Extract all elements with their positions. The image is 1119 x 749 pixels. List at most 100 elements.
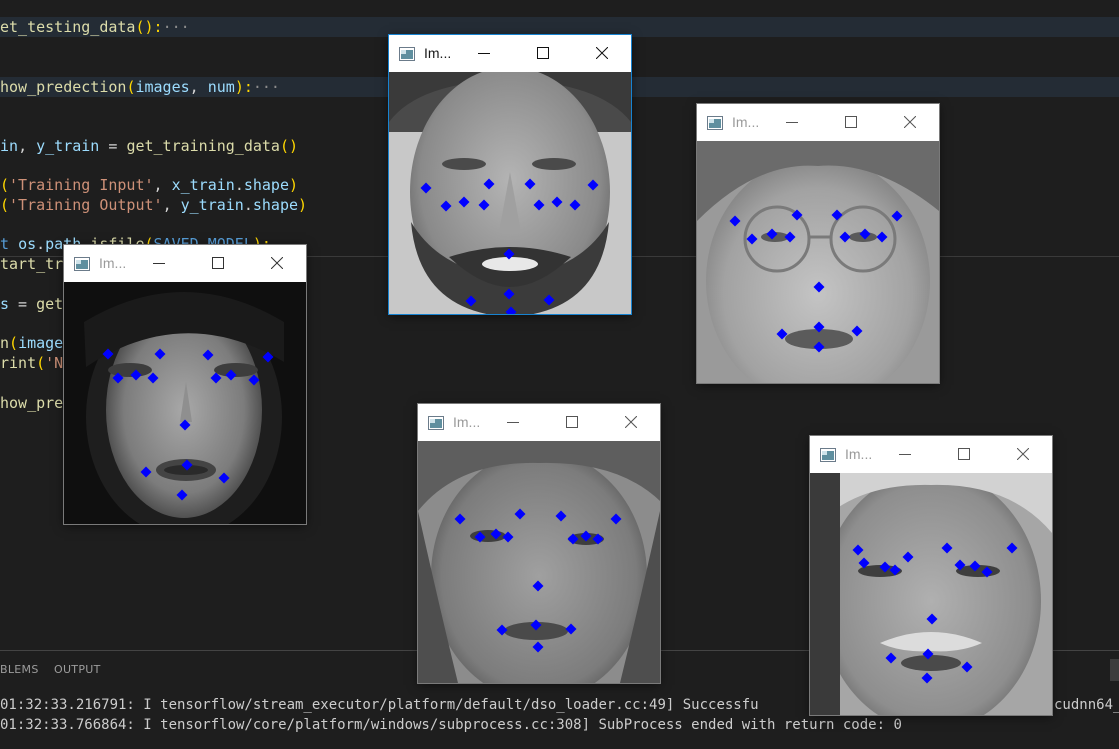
close-button[interactable] [887, 104, 933, 141]
minimize-button[interactable] [461, 35, 507, 72]
code-token: ··· [252, 78, 280, 96]
image-window[interactable]: Im... [418, 404, 660, 683]
window-title: Im... [424, 45, 452, 61]
code-token: , [162, 196, 181, 214]
image-window[interactable]: Im... [697, 104, 939, 383]
code-token: 'Training Output' [9, 196, 163, 214]
terminal-line-tail: cudnn64_ [1054, 697, 1119, 713]
code-token: , [153, 176, 172, 194]
code-line: s = get [0, 294, 63, 314]
minimize-icon [478, 53, 490, 54]
maximize-button[interactable] [941, 436, 987, 473]
window-title: Im... [845, 446, 873, 462]
code-token: ( [0, 176, 10, 194]
image-window[interactable]: Im... [64, 245, 306, 524]
minimize-icon [507, 422, 519, 423]
title-bar[interactable]: Im... [64, 245, 306, 282]
code-token: get_training_data [126, 137, 280, 155]
code-token: ): [234, 78, 253, 96]
code-token: y_train [36, 137, 100, 155]
title-bar[interactable]: Im... [810, 436, 1052, 473]
code-token: ··· [162, 18, 190, 36]
maximize-button[interactable] [520, 35, 566, 72]
code-token: ) [289, 176, 299, 194]
face-image [697, 141, 939, 383]
close-icon [904, 116, 916, 128]
image-window-icon [74, 256, 90, 271]
code-line: in, y_train = get_training_data() [0, 136, 298, 156]
code-line: n(image [0, 333, 63, 353]
code-token: ( [36, 354, 46, 372]
code-line: how_predection(images, num):··· [0, 77, 280, 97]
image-window-icon [399, 46, 415, 61]
maximize-icon [566, 416, 578, 428]
code-token: . [36, 235, 46, 253]
code-token: os [18, 235, 37, 253]
code-line: rint('N [0, 353, 63, 373]
code-token: image [18, 334, 64, 352]
code-token: ( [0, 196, 10, 214]
close-icon [271, 257, 283, 269]
minimize-button[interactable] [882, 436, 928, 473]
terminal-line: 01:32:33.216791: I tensorflow/stream_exe… [0, 697, 759, 713]
code-token: (): [135, 18, 163, 36]
face-image [64, 282, 306, 524]
minimize-button[interactable] [490, 404, 536, 441]
code-token: shape [252, 196, 299, 214]
minimize-icon [786, 122, 798, 123]
code-token: , [189, 78, 208, 96]
minimize-button[interactable] [136, 245, 182, 282]
close-button[interactable] [1000, 436, 1046, 473]
title-bar[interactable]: Im... [389, 35, 631, 72]
code-line: et_testing_data():··· [0, 17, 190, 37]
maximize-button[interactable] [549, 404, 595, 441]
code-token: shape [243, 176, 289, 194]
minimize-icon [153, 263, 165, 264]
close-icon [596, 47, 608, 59]
terminal-line: 01:32:33.766864: I tensorflow/core/platf… [0, 717, 902, 733]
code-token: rint [0, 354, 37, 372]
code-token: images [135, 78, 190, 96]
maximize-icon [845, 116, 857, 128]
code-token: y_train [180, 196, 244, 214]
code-token: = [9, 295, 37, 313]
code-token: t [0, 235, 19, 253]
code-token: () [279, 137, 299, 155]
code-line: ('Training Output', y_train.shape) [0, 195, 307, 215]
code-token: ) [298, 196, 308, 214]
code-token: . [243, 196, 253, 214]
code-token: tart_tr [0, 255, 64, 273]
code-line: how_pre [0, 393, 63, 413]
minimize-icon [899, 454, 911, 455]
close-icon [625, 416, 637, 428]
close-button[interactable] [608, 404, 654, 441]
code-token: . [234, 176, 244, 194]
maximize-icon [212, 257, 224, 269]
window-title: Im... [99, 255, 127, 271]
code-token: s [0, 295, 10, 313]
image-window[interactable]: Im... [389, 35, 631, 314]
title-bar[interactable]: Im... [418, 404, 660, 441]
close-button[interactable] [254, 245, 300, 282]
close-button[interactable] [579, 35, 625, 72]
code-token: how_pre [0, 394, 64, 412]
code-token: et_testing_data [0, 18, 136, 36]
panel-scrollbar[interactable] [1110, 659, 1119, 681]
code-token: ( [9, 334, 19, 352]
tab-problems[interactable]: BLEMS [0, 663, 39, 676]
code-token: num [207, 78, 235, 96]
maximize-button[interactable] [828, 104, 874, 141]
maximize-button[interactable] [195, 245, 241, 282]
code-token: 'Training Input' [9, 176, 154, 194]
image-window[interactable]: Im... [810, 436, 1052, 715]
code-token: n [0, 334, 10, 352]
title-bar[interactable]: Im... [697, 104, 939, 141]
code-line: tart_tr [0, 254, 63, 274]
minimize-button[interactable] [769, 104, 815, 141]
image-window-icon [820, 447, 836, 462]
face-image [418, 441, 660, 683]
tab-output[interactable]: OUTPUT [54, 663, 101, 676]
code-token: 'N [45, 354, 64, 372]
image-window-icon [707, 115, 723, 130]
face-image [810, 473, 1052, 715]
